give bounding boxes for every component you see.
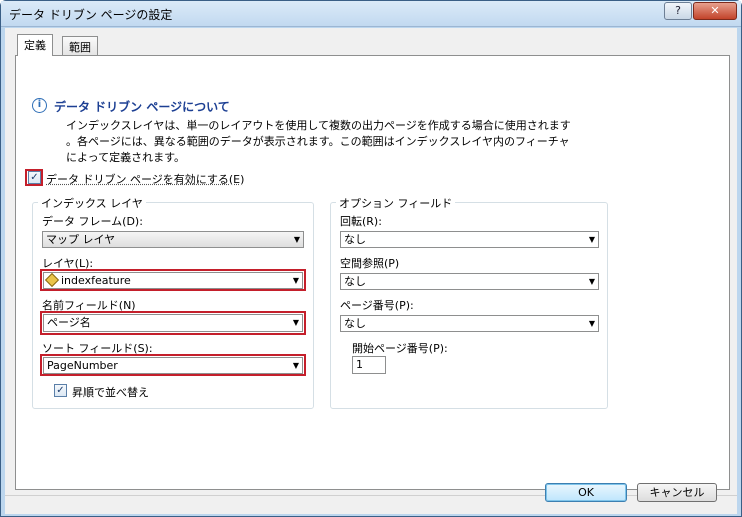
page-number-value: なし bbox=[344, 317, 366, 330]
ok-button[interactable]: OK bbox=[545, 483, 627, 502]
page-number-label: ページ番号(P): bbox=[340, 299, 414, 312]
spatial-reference-label: 空間参照(P) bbox=[340, 257, 400, 270]
dropdown-arrow-icon: ▼ bbox=[292, 361, 299, 370]
ascending-checkbox[interactable]: ✓ bbox=[54, 384, 67, 397]
dialog-body: 定義 範囲 i データ ドリブン ページについて インデックスレイヤは、単一のレ… bbox=[5, 28, 737, 514]
description-line: 。各ページには、異なる範囲のデータが表示されます。この範囲はインデックスレイヤ内… bbox=[66, 135, 570, 148]
layer-icon bbox=[44, 272, 60, 288]
ascending-checkbox-label[interactable]: 昇順で並べ替え bbox=[72, 384, 149, 400]
title-bar[interactable]: データ ドリブン ページの設定 ? ✕ bbox=[1, 1, 741, 27]
layer-value: indexfeature bbox=[61, 274, 131, 287]
info-icon: i bbox=[32, 98, 47, 113]
data-frame-value: マップ レイヤ bbox=[46, 233, 116, 246]
layer-dropdown[interactable]: indexfeature ▼ bbox=[43, 272, 303, 289]
help-button[interactable]: ? bbox=[664, 2, 692, 20]
start-page-number-label: 開始ページ番号(P): bbox=[352, 342, 448, 355]
page-number-dropdown[interactable]: なし ▼ bbox=[340, 315, 599, 332]
dropdown-arrow-icon: ▼ bbox=[588, 235, 595, 244]
enable-checkbox[interactable]: ✓ bbox=[28, 171, 41, 184]
name-field-value: ページ名 bbox=[47, 316, 91, 329]
description-line: インデックスレイヤは、単一のレイアウトを使用して複数の出力ページを作成する場合に… bbox=[66, 119, 571, 132]
name-field-dropdown[interactable]: ページ名 ▼ bbox=[43, 314, 303, 332]
rotation-dropdown[interactable]: なし ▼ bbox=[340, 231, 599, 248]
enable-checkbox-label[interactable]: データ ドリブン ページを有効にする(E) bbox=[46, 171, 244, 187]
rotation-label: 回転(R): bbox=[340, 215, 382, 228]
tab-panel: i データ ドリブン ページについて インデックスレイヤは、単一のレイアウトを使… bbox=[15, 55, 730, 490]
dropdown-arrow-icon: ▼ bbox=[588, 319, 595, 328]
window-title: データ ドリブン ページの設定 bbox=[9, 8, 173, 22]
dropdown-arrow-icon: ▼ bbox=[292, 318, 299, 327]
close-button[interactable]: ✕ bbox=[693, 2, 737, 20]
button-separator bbox=[5, 495, 737, 496]
description-line: によって定義されます。 bbox=[66, 151, 186, 164]
sort-field-value: PageNumber bbox=[47, 359, 118, 372]
sort-field-dropdown[interactable]: PageNumber ▼ bbox=[43, 357, 303, 374]
spatial-reference-value: なし bbox=[344, 275, 366, 288]
dialog-window: データ ドリブン ページの設定 ? ✕ 定義 範囲 i データ ドリブン ページ… bbox=[0, 0, 742, 517]
dropdown-arrow-icon: ▼ bbox=[293, 235, 300, 244]
rotation-value: なし bbox=[344, 233, 366, 246]
optional-fields-group-title: オプション フィールド bbox=[336, 195, 456, 211]
tab-definition[interactable]: 定義 bbox=[17, 34, 53, 56]
dropdown-arrow-icon: ▼ bbox=[292, 276, 299, 285]
start-page-number-input[interactable]: 1 bbox=[352, 356, 386, 374]
section-heading: データ ドリブン ページについて bbox=[54, 100, 230, 114]
spatial-reference-dropdown[interactable]: なし ▼ bbox=[340, 273, 599, 290]
tab-range[interactable]: 範囲 bbox=[62, 36, 98, 56]
index-layer-group-title: インデックス レイヤ bbox=[38, 195, 146, 211]
dropdown-arrow-icon: ▼ bbox=[588, 277, 595, 286]
data-frame-label: データ フレーム(D): bbox=[42, 215, 143, 228]
cancel-button[interactable]: キャンセル bbox=[637, 483, 717, 502]
data-frame-dropdown[interactable]: マップ レイヤ ▼ bbox=[42, 231, 304, 248]
